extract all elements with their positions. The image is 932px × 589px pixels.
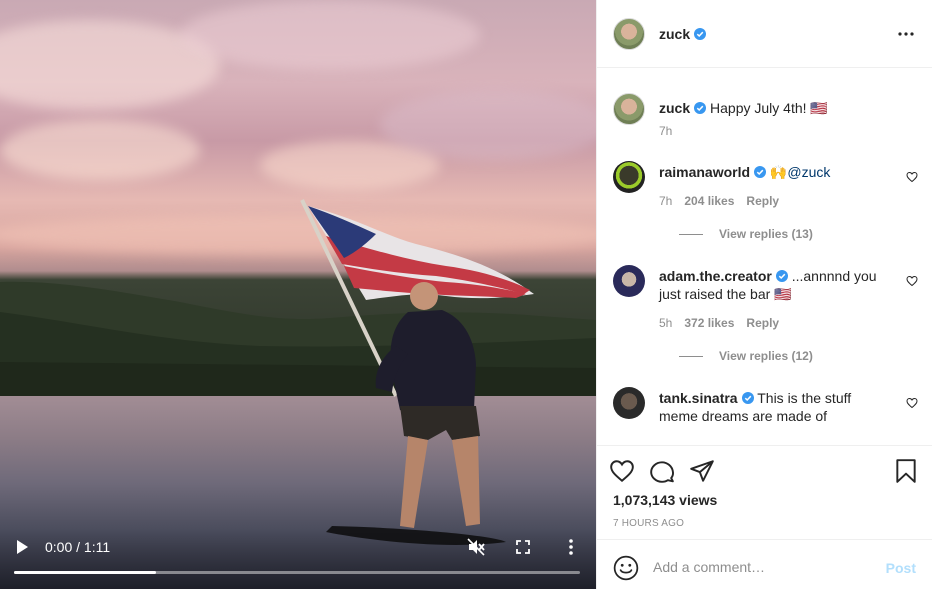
comment-like-icon[interactable] [906,275,918,287]
play-button[interactable] [12,537,32,557]
comment-item: tank.sinatra This is the stuff meme drea… [613,387,918,445]
fullscreen-button[interactable] [513,537,533,557]
view-replies-button[interactable]: View replies (12) [679,349,813,363]
view-count[interactable]: 1,073,143 views [613,492,717,508]
video-progress-bar[interactable] [14,571,580,574]
author-username[interactable]: zuck [659,26,690,42]
like-heart-icon[interactable] [609,458,635,484]
caption-text: Happy July 4th! 🇺🇸 [710,100,828,116]
comment-likes[interactable]: 372 likes [684,316,734,330]
verified-badge-icon [754,166,767,178]
reply-button[interactable]: Reply [746,194,779,208]
post-header: zuck [597,0,932,68]
raising-hands-emoji: 🙌 [769,164,788,180]
comment-avatar[interactable] [613,265,645,297]
fullscreen-icon [516,540,530,554]
replies-divider [679,233,703,235]
video-player[interactable]: 0:00 / 1:11 [0,0,596,589]
comment-username[interactable]: adam.the.creator [659,268,772,284]
comment-input[interactable] [653,554,873,580]
comment-item: adam.the.creator ...annnnd you just rais… [613,265,918,365]
muted-speaker-icon [467,538,485,556]
view-replies-label: View replies (13) [719,227,813,241]
video-controls-overlay [0,529,596,589]
comment-bubble-icon[interactable] [649,458,675,484]
video-timestamp: 0:00 / 1:11 [45,539,111,555]
comment-avatar[interactable] [613,161,645,193]
comments-list[interactable]: zuck Happy July 4th! 🇺🇸 7h raimanaworld … [597,69,932,445]
verified-badge-icon [775,270,788,282]
mute-button[interactable] [465,536,487,558]
verified-badge-icon [694,27,707,40]
person-foiling-with-flag [300,199,534,545]
comment-item: raimanaworld 🙌@zuck 7h 204 likes Reply V… [613,161,918,243]
author-avatar[interactable] [613,17,645,50]
emoji-smiley-icon[interactable] [613,555,639,581]
post-comment-button[interactable]: Post [886,560,916,576]
verified-badge-icon [694,102,707,114]
comment-time[interactable]: 7h [659,194,672,208]
comment-username[interactable]: raimanaworld [659,164,750,180]
post-options-button[interactable] [896,24,916,44]
post-side-panel: zuck zuck Happy July 4th! 🇺🇸 7h raimanaw… [596,0,932,589]
save-bookmark-icon[interactable] [893,458,919,484]
comment-username[interactable]: tank.sinatra [659,390,738,406]
share-paper-plane-icon[interactable] [689,458,715,484]
comment-likes[interactable]: 204 likes [684,194,734,208]
view-replies-button[interactable]: View replies (13) [679,227,813,241]
post-view: 0:00 / 1:11 zuck zuck Happy July 4th! 🇺🇸… [0,0,932,589]
comment-mention[interactable]: @zuck [787,164,830,180]
reply-button[interactable]: Reply [746,316,779,330]
verified-badge-icon [741,392,754,404]
add-comment-bar: Post [597,539,932,589]
post-actions: 1,073,143 views 7 HOURS AGO [597,445,932,539]
play-icon [17,540,28,554]
sky-cloud [0,120,200,180]
video-more-button[interactable] [561,537,581,557]
comment-like-icon[interactable] [906,397,918,409]
post-timestamp[interactable]: 7 HOURS AGO [613,518,684,529]
more-vertical-icon [569,539,573,555]
video-progress-fill [14,571,156,574]
replies-divider [679,355,703,357]
caption-avatar[interactable] [613,93,645,125]
comment-time[interactable]: 5h [659,316,672,330]
sky-cloud [380,90,596,160]
sky-cloud [180,0,480,70]
caption-username[interactable]: zuck [659,100,690,116]
comment-avatar[interactable] [613,387,645,419]
more-horizontal-icon [898,32,914,36]
comment-like-icon[interactable] [906,171,918,183]
caption-time[interactable]: 7h [659,124,672,138]
view-replies-label: View replies (12) [719,349,813,363]
